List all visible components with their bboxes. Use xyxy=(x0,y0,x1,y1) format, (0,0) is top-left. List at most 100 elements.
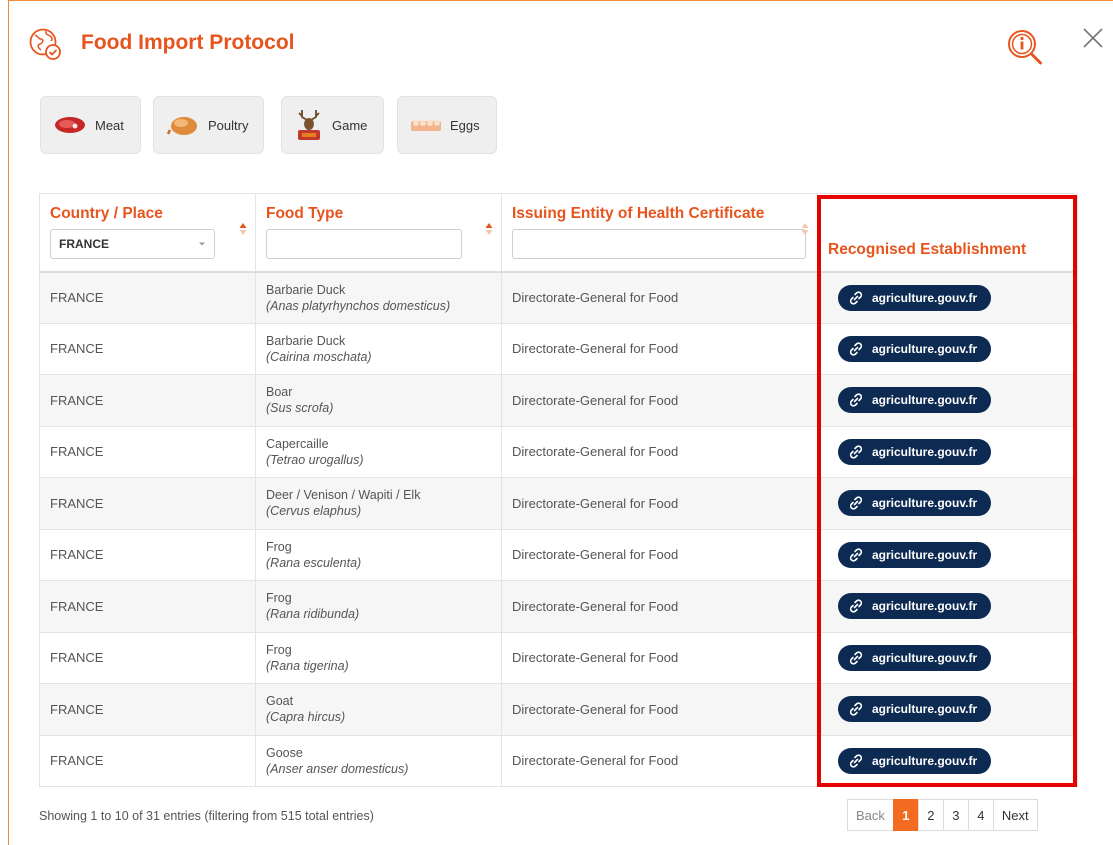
cell-food-type: Frog (Rana ridibunda) xyxy=(255,580,502,633)
issuer-filter-input[interactable] xyxy=(512,229,806,259)
establishment-link-label: agriculture.gouv.fr xyxy=(872,599,978,614)
column-issuing-entity[interactable]: Issuing Entity of Health Certificate xyxy=(501,193,818,273)
globe-check-icon xyxy=(29,28,61,60)
table-row: FRANCE Frog (Rana esculenta) Directorate-Ge… xyxy=(39,528,1078,581)
entries-info: Showing 1 to 10 of 31 entries (filtering… xyxy=(39,809,374,823)
cell-issuing-entity: Directorate-General for Food xyxy=(501,734,818,787)
establishment-link-button[interactable]: agriculture.gouv.fr xyxy=(838,593,992,620)
cell-issuing-entity: Directorate-General for Food xyxy=(501,580,818,633)
link-icon xyxy=(849,702,863,716)
establishment-link-label: agriculture.gouv.fr xyxy=(872,341,978,356)
column-recognised-establishment: Recognised Establishment xyxy=(817,193,1078,273)
meat-icon xyxy=(55,117,85,133)
food-common-name: Deer / Venison / Wapiti / Elk xyxy=(266,488,421,503)
table-row: FRANCE Frog (Rana tigerina) Directorate-Gen… xyxy=(39,631,1078,684)
pagination-page-4[interactable]: 4 xyxy=(967,799,994,831)
food-common-name: Frog xyxy=(266,539,292,554)
establishment-link-button[interactable]: agriculture.gouv.fr xyxy=(838,284,992,311)
establishment-link-button[interactable]: agriculture.gouv.fr xyxy=(838,335,992,362)
category-eggs-button[interactable]: Eggs xyxy=(397,96,497,154)
establishment-link-button[interactable]: agriculture.gouv.fr xyxy=(838,490,992,517)
establishment-link-button[interactable]: agriculture.gouv.fr xyxy=(838,644,992,671)
cell-country: FRANCE xyxy=(39,734,256,787)
food-type-filter-input[interactable] xyxy=(266,229,462,259)
close-icon[interactable] xyxy=(1082,27,1104,49)
food-scientific-name: (Tetrao urogallus) xyxy=(266,452,364,467)
cell-recognised-establishment: agriculture.gouv.fr xyxy=(817,425,1078,478)
food-scientific-name: (Rana ridibunda) xyxy=(266,607,360,622)
cell-food-type: Goat (Capra hircus) xyxy=(255,683,502,736)
table-row: FRANCE Capercaille (Tetrao urogallus) Direc… xyxy=(39,425,1078,478)
link-icon xyxy=(849,496,863,510)
cell-food-type: Barbarie Duck (Anas platyrhynchos domesti… xyxy=(255,271,502,324)
country-filter-value: FRANCE xyxy=(59,237,109,251)
cell-issuing-entity: Directorate-General for Food xyxy=(501,528,818,581)
cell-issuing-entity: Directorate-General for Food xyxy=(501,322,818,375)
category-game-label: Game xyxy=(332,117,368,133)
establishment-link-button[interactable]: agriculture.gouv.fr xyxy=(838,747,992,774)
cell-food-type: Deer / Venison / Wapiti / Elk (Cervus ela… xyxy=(255,477,502,530)
cell-food-type: Boar (Sus scrofa) xyxy=(255,374,502,427)
establishment-link-button[interactable]: agriculture.gouv.fr xyxy=(838,438,992,465)
sort-icon[interactable] xyxy=(485,222,493,236)
column-food-type[interactable]: Food Type xyxy=(255,193,502,273)
establishment-link-label: agriculture.gouv.fr xyxy=(872,290,978,305)
cell-food-type: Capercaille (Tetrao urogallus) xyxy=(255,425,502,478)
table-row: FRANCE Deer / Venison / Wapiti / Elk (Cerv… xyxy=(39,477,1078,530)
establishment-link-label: agriculture.gouv.fr xyxy=(872,650,978,665)
food-common-name: Boar xyxy=(266,385,293,400)
cell-food-type: Goose (Anser anser domesticus) xyxy=(255,734,502,787)
food-common-name: Frog xyxy=(266,642,292,657)
pagination-next[interactable]: Next xyxy=(992,799,1038,831)
cell-country: FRANCE xyxy=(39,631,256,684)
column-issuing-entity-label: Issuing Entity of Health Certificate xyxy=(512,205,765,222)
category-meat-button[interactable]: Meat xyxy=(40,96,141,154)
category-meat-label: Meat xyxy=(95,117,124,133)
link-icon xyxy=(849,651,863,665)
cell-country: FRANCE xyxy=(39,477,256,530)
food-scientific-name: (Anser anser domesticus) xyxy=(266,761,409,776)
country-filter-select[interactable]: FRANCE xyxy=(50,229,215,259)
food-scientific-name: (Cairina moschata) xyxy=(266,349,372,364)
cell-recognised-establishment: agriculture.gouv.fr xyxy=(817,528,1078,581)
link-icon xyxy=(849,445,863,459)
table-row: FRANCE Goose (Anser anser domesticus) Direc… xyxy=(39,734,1078,787)
establishment-link-label: agriculture.gouv.fr xyxy=(872,393,978,408)
pagination-page-1[interactable]: 1 xyxy=(892,799,919,831)
cell-country: FRANCE xyxy=(39,528,256,581)
column-country[interactable]: Country / Place FRANCE xyxy=(39,193,256,273)
cell-recognised-establishment: agriculture.gouv.fr xyxy=(817,683,1078,736)
cell-recognised-establishment: agriculture.gouv.fr xyxy=(817,734,1078,787)
food-scientific-name: (Cervus elaphus) xyxy=(266,504,362,519)
poultry-icon xyxy=(166,117,197,135)
pagination-page-3[interactable]: 3 xyxy=(942,799,969,831)
food-scientific-name: (Rana tigerina) xyxy=(266,658,349,673)
sort-icon[interactable] xyxy=(801,222,809,236)
link-icon xyxy=(849,393,863,407)
pagination-page-2[interactable]: 2 xyxy=(917,799,944,831)
establishment-link-button[interactable]: agriculture.gouv.fr xyxy=(838,387,992,414)
cell-issuing-entity: Directorate-General for Food xyxy=(501,683,818,736)
cell-issuing-entity: Directorate-General for Food xyxy=(501,271,818,324)
food-common-name: Goose xyxy=(266,745,303,760)
food-common-name: Barbarie Duck xyxy=(266,282,346,297)
column-recognised-establishment-label: Recognised Establishment xyxy=(828,240,1027,258)
food-scientific-name: (Capra hircus) xyxy=(266,710,346,725)
table-row: FRANCE Boar (Sus scrofa) Directorate-Genera… xyxy=(39,374,1078,427)
cell-country: FRANCE xyxy=(39,374,256,427)
establishment-link-button[interactable]: agriculture.gouv.fr xyxy=(838,541,992,568)
category-poultry-label: Poultry xyxy=(208,117,249,133)
info-search-icon[interactable] xyxy=(1004,27,1048,69)
cell-recognised-establishment: agriculture.gouv.fr xyxy=(817,374,1078,427)
establishment-link-label: agriculture.gouv.fr xyxy=(872,496,978,511)
link-icon xyxy=(849,754,863,768)
category-poultry-button[interactable]: Poultry xyxy=(153,96,264,154)
establishment-link-label: agriculture.gouv.fr xyxy=(872,444,978,459)
establishment-link-button[interactable]: agriculture.gouv.fr xyxy=(838,696,992,723)
pagination-back[interactable]: Back xyxy=(847,799,894,831)
chevron-down-icon xyxy=(199,242,205,246)
sort-icon[interactable] xyxy=(239,222,247,236)
category-game-button[interactable]: Game xyxy=(281,96,384,154)
cell-recognised-establishment: agriculture.gouv.fr xyxy=(817,322,1078,375)
column-country-label: Country / Place xyxy=(50,205,163,222)
